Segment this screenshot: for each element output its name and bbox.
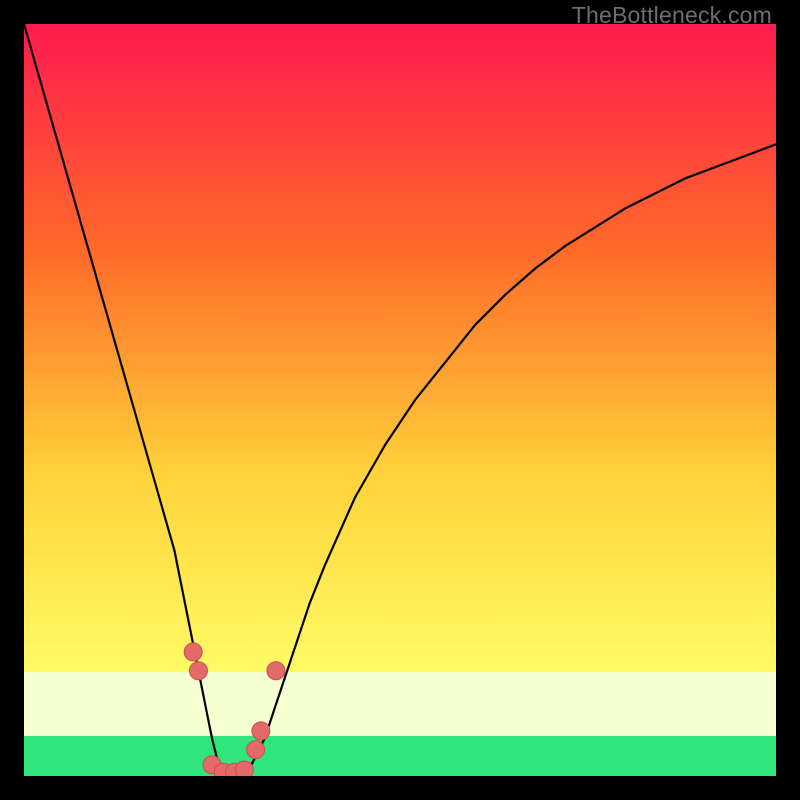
- chart-svg: [24, 24, 776, 776]
- data-point-p9: [267, 662, 285, 680]
- green-band: [24, 736, 776, 776]
- data-point-p2: [189, 662, 207, 680]
- data-point-p1: [184, 643, 202, 661]
- data-point-p6: [235, 761, 253, 776]
- data-point-p8: [252, 722, 270, 740]
- pale-band: [24, 672, 776, 736]
- data-point-p7: [247, 741, 265, 759]
- gradient-field: [24, 24, 776, 672]
- chart-frame: [24, 24, 776, 776]
